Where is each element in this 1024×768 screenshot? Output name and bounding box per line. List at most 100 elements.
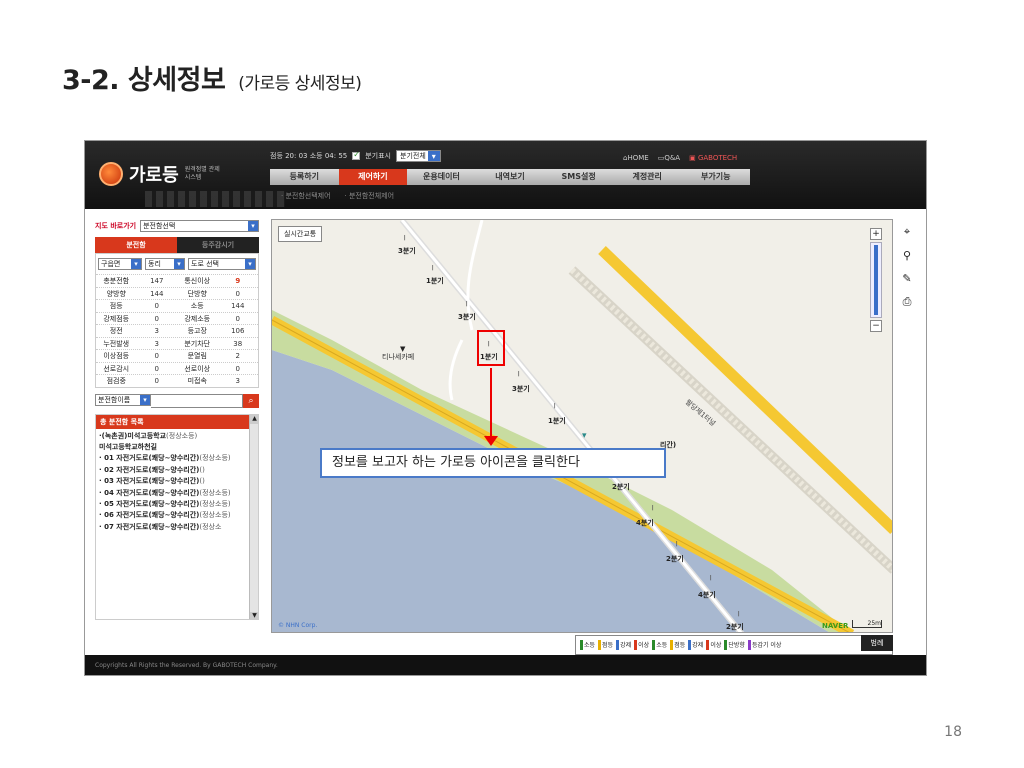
list-item[interactable]: 미석고등학교하천길: [99, 442, 248, 453]
subnav-select-control[interactable]: · 분전함선택제어: [281, 191, 331, 201]
quarter-toggle-label: 분기표시: [365, 152, 391, 160]
search-type-select[interactable]: 분전함이름: [95, 393, 151, 406]
stat-value: 144: [231, 302, 245, 310]
map-shortcut-select[interactable]: 분전함선택: [140, 220, 259, 232]
list-item[interactable]: · 04 자전거도로(쾌당~양수리간)(정상소등): [99, 488, 248, 499]
list-item[interactable]: · 03 자전거도로(쾌당~양수리간)(): [99, 476, 248, 487]
measure-icon[interactable]: ⚲: [903, 249, 911, 262]
qa-link[interactable]: ▭Q&A: [658, 154, 680, 162]
lamp-icon-selected[interactable]: ▾: [582, 432, 587, 441]
stat-value: 0: [154, 377, 159, 385]
slide-title-main: 3-2. 상세정보: [62, 65, 226, 96]
nav-operation-data[interactable]: 운용데이터: [407, 169, 476, 185]
main-nav: 등록하기 제어하기 운용데이터 내역보기 SMS설정 계정관리 부가기능: [270, 169, 750, 185]
nav-history[interactable]: 내역보기: [476, 169, 545, 185]
lamp-pin-icon: [747, 640, 751, 651]
lamp-icon[interactable]: ╷: [464, 298, 469, 307]
legend-item: 강제: [616, 640, 631, 651]
lamp-icon[interactable]: ╷: [430, 262, 435, 271]
logo-subtitle: 원격점멸 관제시스템: [184, 166, 220, 181]
tab-pole-monitor[interactable]: 등주감시기: [177, 237, 259, 253]
lamp-icon[interactable]: ╷: [516, 368, 521, 377]
nav-account[interactable]: 계정관리: [613, 169, 682, 185]
stat-value: 0: [154, 352, 159, 360]
stat-label: 단방향: [187, 289, 207, 298]
zoom-in-button[interactable]: +: [870, 228, 882, 240]
list-item[interactable]: · 05 자전거도로(쾌당~양수리간)(정상소등): [99, 499, 248, 510]
nav-sms-settings[interactable]: SMS설정: [544, 169, 613, 185]
subnav-all-control[interactable]: · 분전함전체제어: [345, 191, 395, 201]
district-select[interactable]: 구읍면: [98, 258, 142, 270]
stat-label: 강제소등: [184, 314, 211, 323]
stat-label: 이상점등: [103, 352, 130, 360]
panel-list-scrollbar[interactable]: [249, 414, 258, 619]
print-icon[interactable]: ⎙: [903, 295, 912, 309]
nav-extra[interactable]: 부가기능: [681, 169, 750, 185]
stat-value: 3: [235, 377, 240, 385]
zoom-slider[interactable]: [870, 242, 882, 318]
lamp-icon[interactable]: ╷: [674, 538, 679, 547]
quarter-select[interactable]: 분기전체: [396, 150, 441, 162]
logo[interactable]: 가로등 원격점멸 관제시스템: [99, 161, 225, 187]
selected-lamp-highlight: [477, 330, 505, 366]
stats-row: 총분전함 147 통신이상 9: [96, 274, 258, 287]
list-item-status: (정상소: [199, 522, 222, 531]
lamp-label: 2분기: [612, 483, 630, 491]
map-shortcut-label: 지도 바로가기: [95, 222, 137, 230]
legend-label: 강제: [620, 641, 632, 649]
stat-value: 0: [154, 314, 159, 323]
list-item-name: · 01 자전거도로(쾌당~양수리간): [99, 454, 200, 463]
list-item[interactable]: · 06 자전거도로(쾌당~양수리간)(정상소등): [99, 510, 248, 521]
stat-value: 0: [154, 364, 159, 373]
lamp-label: 2분기: [726, 623, 744, 631]
zoom-out-button[interactable]: −: [870, 320, 882, 332]
lamp-icon[interactable]: ╷: [402, 232, 407, 241]
list-item-status: (정상소등): [199, 511, 231, 520]
home-link[interactable]: ⌂HOME: [623, 154, 649, 162]
list-item[interactable]: · 07 자전거도로(쾌당~양수리간)(정상소: [99, 522, 248, 533]
list-item-name: · 05 자전거도로(쾌당~양수리간): [99, 499, 200, 508]
road-select[interactable]: 도로 선택: [188, 258, 256, 270]
brand-link[interactable]: ▣ GABOTECH: [689, 154, 737, 162]
lamp-icon[interactable]: ╷: [650, 502, 655, 511]
realtime-traffic-button[interactable]: 실시간교통: [278, 226, 323, 242]
stat-label: 선로감시: [103, 364, 130, 373]
list-item[interactable]: · 01 자전거도로(쾌당~양수리간)(정상소등): [99, 453, 248, 464]
village-select[interactable]: 동리: [145, 258, 185, 270]
map-view[interactable]: 실시간교통 티나세카페 ▼ 팔당제1터널 리간) ╷ 3분기 ╷ 1분기 ╷ 3…: [271, 219, 893, 633]
list-item[interactable]: ·(녹촌권)미석고등학교(정상소등): [99, 431, 248, 442]
list-item[interactable]: · 02 자전거도로(쾌당~양수리간)(): [99, 465, 248, 476]
cafe-label: 티나세카페: [382, 353, 415, 361]
list-item-status: (): [199, 477, 205, 486]
search-icon[interactable]: ⌕: [243, 393, 259, 408]
legend-item: 소등: [580, 640, 595, 651]
lamp-pin-icon: [652, 640, 656, 651]
stat-label: 누전발생: [103, 339, 130, 348]
lamp-icon[interactable]: ╷: [736, 608, 741, 617]
stat-label: 등고장: [187, 327, 207, 335]
pointer-arrow: [490, 368, 492, 440]
legend-button[interactable]: 범례: [861, 635, 893, 651]
stat-value: 9: [235, 277, 241, 285]
lamp-label: 2분기: [666, 555, 684, 563]
legend-label: 단방향: [728, 641, 745, 649]
stats-table: 총분전함 147 통신이상 9 양방향 144 단방향 0 점등 0 소등 144 강제점등 0 강제소등 0…: [96, 274, 258, 387]
stat-value: 0: [235, 364, 240, 373]
logo-text: 가로등: [129, 165, 179, 186]
panel-list: 총 분전함 목록 ·(녹촌권)미석고등학교(정상소등) 미석고등학교하천길 · 01…: [95, 413, 259, 620]
lamp-icon[interactable]: ╷: [552, 400, 557, 409]
nav-register[interactable]: 등록하기: [270, 169, 339, 185]
map-overview-icon[interactable]: ⌖: [904, 225, 910, 239]
lamp-icon[interactable]: ╷: [708, 572, 713, 581]
search-input[interactable]: [151, 393, 243, 408]
quarter-checkbox[interactable]: [352, 150, 361, 160]
stat-value: 0: [235, 314, 240, 323]
tab-panel[interactable]: 분전함: [95, 237, 177, 253]
highway: [598, 246, 892, 534]
lamp-pin-icon: [670, 640, 674, 651]
legend-label: 강제: [692, 641, 704, 649]
draw-icon[interactable]: ✎: [902, 272, 911, 285]
panel-list-body: ·(녹촌권)미석고등학교(정상소등) 미석고등학교하천길 · 01 자전거도로(쾌당…: [96, 429, 258, 534]
nav-control[interactable]: 제어하기: [338, 169, 408, 185]
cafe-icon: ▼: [400, 345, 406, 353]
